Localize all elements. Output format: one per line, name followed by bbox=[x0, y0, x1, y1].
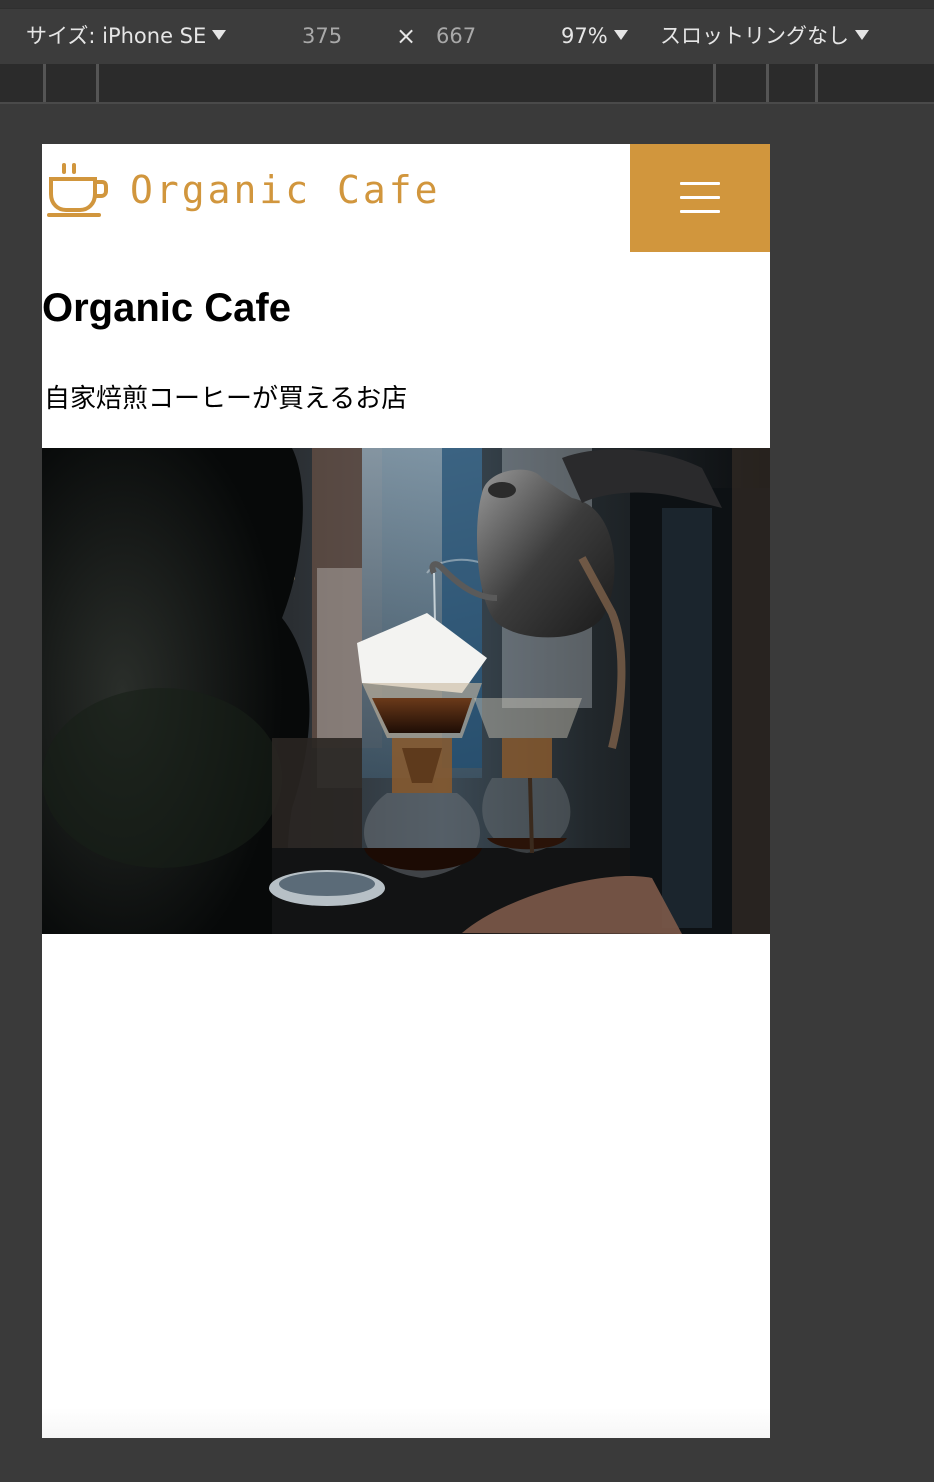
chevron-down-icon bbox=[855, 30, 869, 40]
site-header: Organic Cafe bbox=[42, 144, 770, 252]
logo-text: Organic Cafe bbox=[130, 168, 441, 212]
device-viewport: Organic Cafe Organic Cafe 自家焙煎コーヒーが買えるお店 bbox=[42, 144, 770, 1438]
page-bottom-edge bbox=[42, 1408, 770, 1438]
page-title: Organic Cafe bbox=[42, 286, 291, 330]
throttling-dropdown[interactable]: スロットリングなし bbox=[660, 22, 869, 50]
throttling-label: スロットリングなし bbox=[660, 24, 849, 48]
device-size-dropdown[interactable]: サイズ: iPhone SE bbox=[26, 22, 227, 50]
page-subtitle: 自家焙煎コーヒーが買えるお店 bbox=[44, 384, 408, 414]
ruler-divider bbox=[96, 64, 99, 102]
dimension-separator: × bbox=[396, 22, 417, 50]
viewport-height-input[interactable]: 667 bbox=[436, 22, 476, 50]
ruler-divider bbox=[713, 64, 716, 102]
chevron-down-icon bbox=[613, 30, 628, 40]
media-query-ruler[interactable] bbox=[0, 64, 934, 104]
ruler-divider bbox=[43, 64, 46, 102]
coffee-pour-over-photo bbox=[42, 448, 770, 934]
ruler-divider bbox=[766, 64, 769, 102]
chevron-down-icon bbox=[212, 30, 227, 40]
device-size-label: サイズ: iPhone SE bbox=[26, 24, 207, 48]
toolbar-top-edge bbox=[0, 0, 934, 9]
zoom-label: 97% bbox=[561, 24, 608, 48]
ruler-divider bbox=[815, 64, 818, 102]
zoom-dropdown[interactable]: 97% bbox=[561, 22, 628, 50]
devtools-toolbar: サイズ: iPhone SE 375 × 667 97% スロットリングなし bbox=[0, 0, 934, 65]
hero-photo bbox=[42, 448, 770, 934]
site-logo[interactable]: Organic Cafe bbox=[46, 162, 441, 218]
coffee-cup-icon bbox=[47, 163, 108, 217]
menu-button[interactable] bbox=[630, 144, 770, 252]
viewport-width-input[interactable]: 375 bbox=[302, 22, 342, 50]
